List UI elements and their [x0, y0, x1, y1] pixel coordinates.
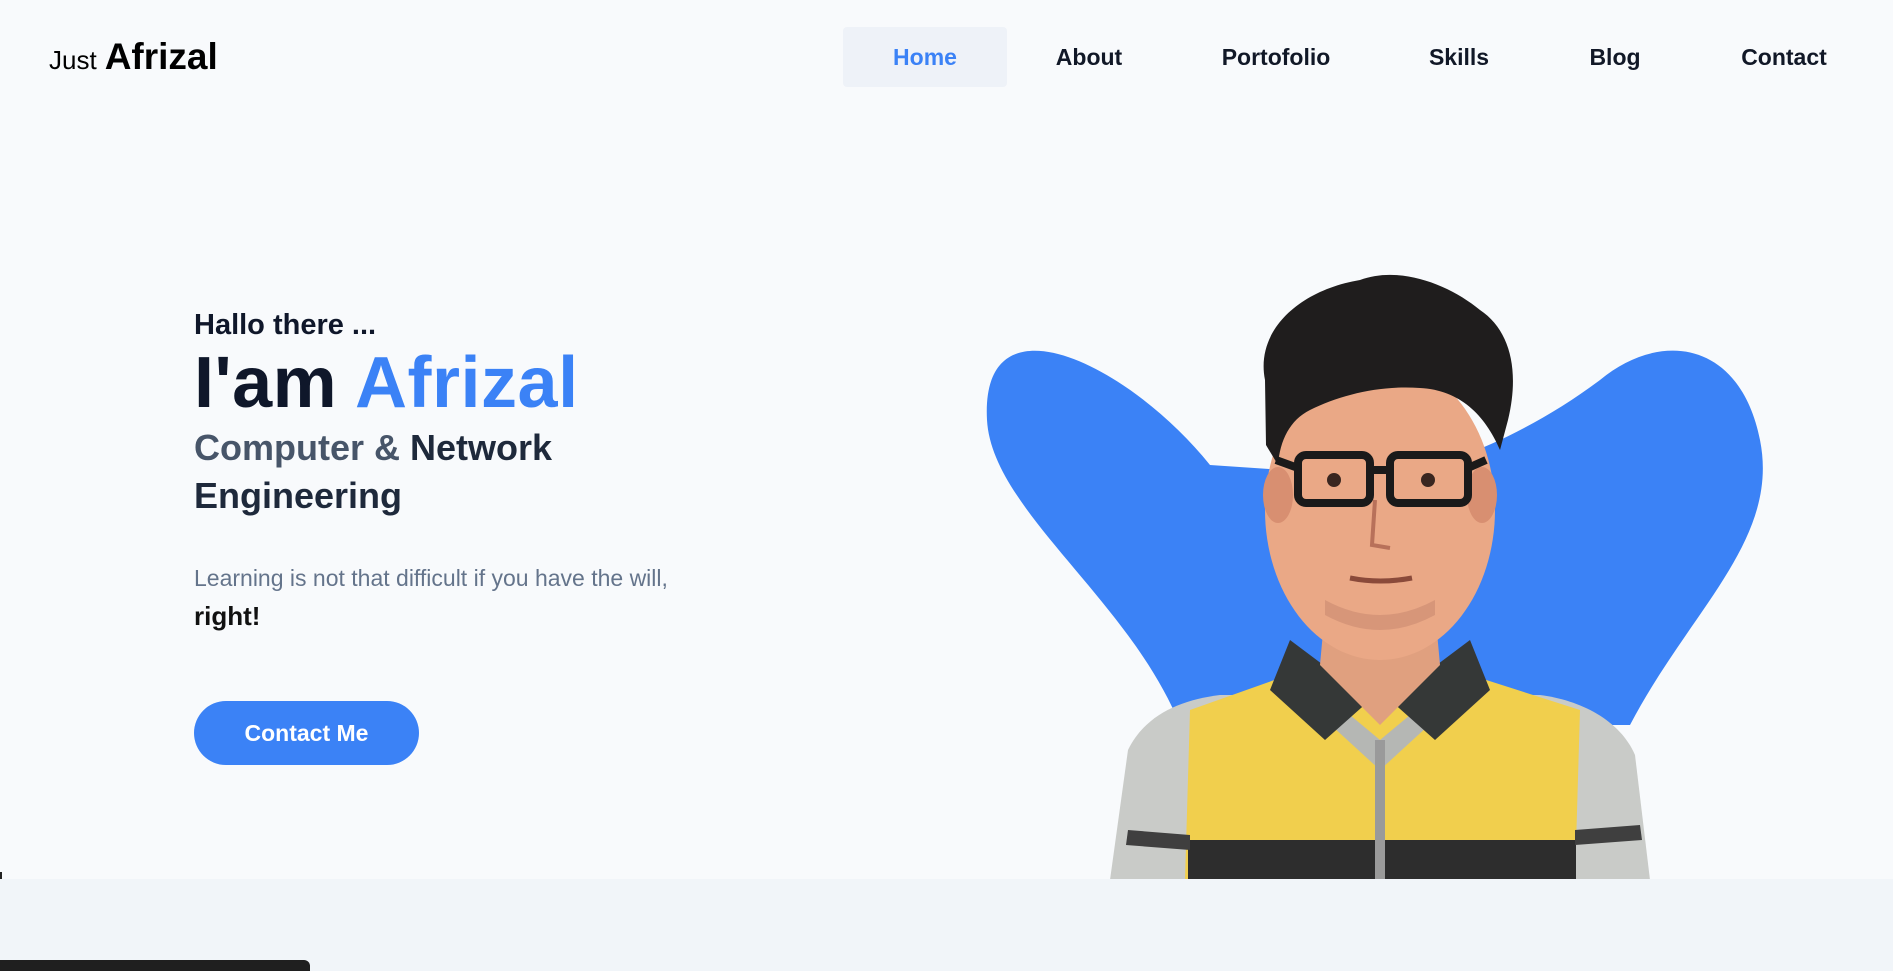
portfolio-page: Just Afrizal Home About Portofolio Skill…	[0, 0, 1893, 971]
next-section-band	[0, 879, 1893, 971]
headline-name: Afrizal	[355, 343, 579, 423]
nav-link-portofolio[interactable]: Portofolio	[1171, 27, 1381, 87]
avatar-illustration	[986, 274, 1763, 880]
avatar-eye-right	[1421, 473, 1435, 487]
avatar-eye-left	[1327, 473, 1341, 487]
hero-tagline-emphasis: right!	[194, 601, 261, 631]
hero-tagline: Learning is not that difficult if you ha…	[194, 565, 668, 591]
contact-me-button[interactable]: Contact Me	[194, 701, 419, 765]
site-logo[interactable]: Just Afrizal	[49, 36, 218, 78]
logo-name: Afrizal	[104, 36, 218, 77]
logo-prefix: Just	[49, 45, 97, 75]
main-nav: Home About Portofolio Skills Blog Contac…	[843, 27, 1875, 87]
hero-greeting: Hallo there ...	[194, 309, 377, 341]
role-part-computer: Computer &	[194, 427, 400, 468]
nav-link-home[interactable]: Home	[843, 27, 1007, 87]
hero-role: Computer & Network Engineering	[194, 424, 614, 520]
nav-link-blog[interactable]: Blog	[1537, 27, 1693, 87]
headline-prefix: I'am	[194, 343, 338, 423]
hero-intro: Hallo there ... I'am Afrizal Computer & …	[194, 306, 794, 638]
nav-link-contact[interactable]: Contact	[1693, 27, 1875, 87]
bottom-bar-fragment	[0, 960, 310, 971]
nav-link-about[interactable]: About	[1007, 27, 1171, 87]
nav-link-skills[interactable]: Skills	[1381, 27, 1537, 87]
site-header: Just Afrizal Home About Portofolio Skill…	[0, 0, 1893, 114]
hero-headline: I'am Afrizal	[194, 344, 794, 422]
